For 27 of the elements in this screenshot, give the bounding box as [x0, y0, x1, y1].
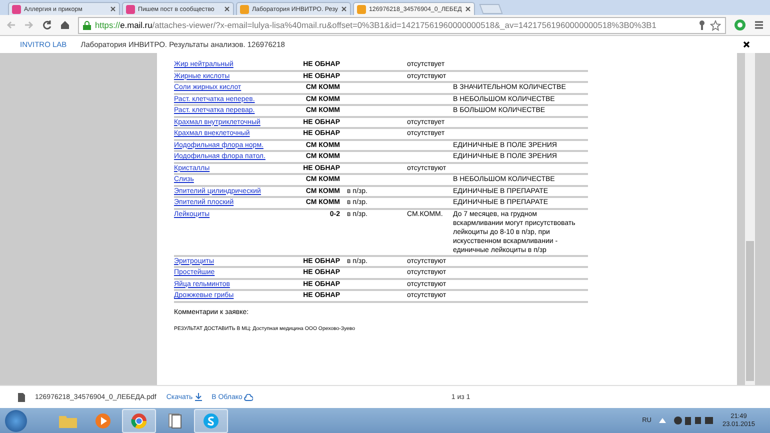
cloud-icon [244, 394, 254, 400]
download-icon [194, 393, 202, 401]
close-icon[interactable] [110, 6, 116, 12]
scrollbar[interactable] [745, 53, 755, 385]
lock-icon [83, 20, 91, 30]
star-icon[interactable] [710, 20, 721, 30]
file-icon [18, 392, 25, 402]
reload-icon[interactable] [42, 20, 52, 30]
close-icon[interactable] [340, 6, 347, 12]
home-icon[interactable] [60, 20, 70, 30]
address-field[interactable]: https://e.mail.ru/attaches-viewer/?x-email=lulya-lisa%40mail.ru&offset=0%3B1&id=14217561960000000518&_av=14217561960000000518%3B0%3B1 [78, 16, 726, 34]
close-icon[interactable] [224, 6, 230, 12]
close-icon[interactable] [743, 41, 750, 48]
site-icon [12, 4, 21, 14]
site-icon [240, 4, 249, 14]
messenger-icon[interactable] [194, 408, 228, 432]
caret-icon[interactable] [659, 418, 666, 423]
browser-icon[interactable] [122, 408, 156, 432]
start-button[interactable] [5, 410, 27, 432]
tray-icons-drawing[interactable] [674, 416, 714, 425]
close-icon[interactable] [464, 6, 471, 12]
key-icon[interactable] [698, 20, 706, 30]
site-icon [356, 4, 366, 14]
scrollbar-thumb[interactable] [746, 241, 754, 381]
extension-icon[interactable] [734, 19, 746, 31]
menu-icon[interactable] [754, 20, 764, 30]
site-icon [126, 4, 135, 14]
